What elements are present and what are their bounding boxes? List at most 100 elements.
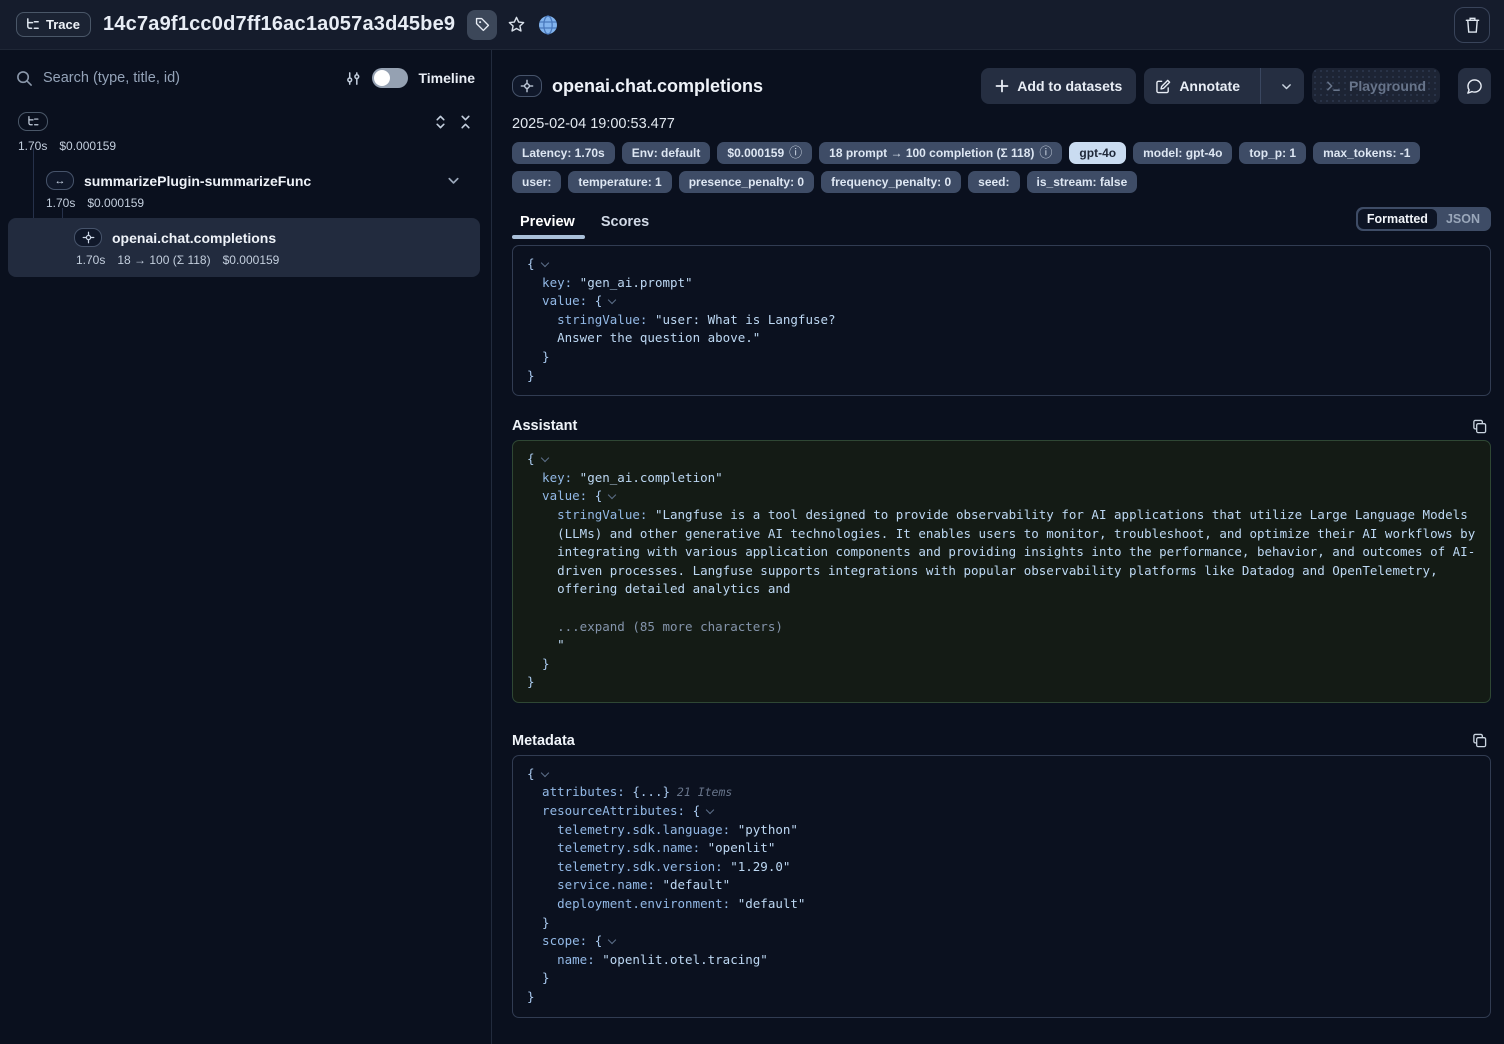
observation-title: openai.chat.completions xyxy=(552,76,763,97)
code-segment: driven processes. Langfuse supports inte… xyxy=(527,563,1438,578)
annotate-button[interactable]: Annotate xyxy=(1144,68,1304,104)
tab-scores[interactable]: Scores xyxy=(601,214,649,239)
code-segment: "openlit.otel.tracing" xyxy=(595,952,768,967)
code-line: } xyxy=(527,348,1476,367)
format-json[interactable]: JSON xyxy=(1437,209,1489,229)
code-line: service.name: "default" xyxy=(527,876,1476,895)
tree-node-summarize[interactable]: ↔ summarizePlugin-summarizeFunc 1.70s $0… xyxy=(16,171,479,210)
code-line: key: "gen_ai.prompt" xyxy=(527,274,1476,293)
collapse-caret-icon[interactable] xyxy=(706,806,714,814)
code-line: key: "gen_ai.completion" xyxy=(527,469,1476,488)
trace-badge-label: Trace xyxy=(46,17,80,32)
tab-preview[interactable]: Preview xyxy=(520,214,575,239)
badge: Env: default xyxy=(622,142,711,164)
add-to-datasets-button[interactable]: Add to datasets xyxy=(981,68,1136,104)
tree-node-openai-selected[interactable]: openai.chat.completions 1.70s 18 → 100 (… xyxy=(8,218,480,277)
metadata-section-title: Metadata xyxy=(512,733,575,749)
trace-sidebar: Timeline xyxy=(0,50,492,1044)
code-line xyxy=(527,599,1476,618)
tree-icon xyxy=(25,17,40,32)
code-segment: "1.29.0" xyxy=(723,859,791,874)
collapse-caret-icon[interactable] xyxy=(608,936,616,944)
code-segment: stringValue: xyxy=(527,312,647,327)
user-avatar-button[interactable] xyxy=(533,10,563,40)
format-formatted[interactable]: Formatted xyxy=(1358,209,1437,229)
code-segment: "Langfuse is a tool designed to provide … xyxy=(647,507,1467,522)
code-line: integrating with various application com… xyxy=(527,543,1476,562)
badge: max_tokens: -1 xyxy=(1313,142,1420,164)
code-line: scope: { xyxy=(527,932,1476,951)
code-line: telemetry.sdk.version: "1.29.0" xyxy=(527,858,1476,877)
collapse-caret-icon[interactable] xyxy=(540,769,548,777)
badge: is_stream: false xyxy=(1027,171,1138,193)
tag-icon xyxy=(474,16,491,33)
code-segment: { xyxy=(527,451,535,466)
info-icon[interactable]: ⓘ xyxy=(789,146,802,160)
delete-trace-button[interactable] xyxy=(1454,7,1490,43)
code-line: } xyxy=(527,367,1476,386)
code-line: resourceAttributes: { xyxy=(527,802,1476,821)
code-segment: scope: xyxy=(527,933,587,948)
badge: user: xyxy=(512,171,561,193)
expand-all-icon[interactable] xyxy=(433,114,448,130)
node-tokens: 18 → 100 (Σ 118) xyxy=(117,253,210,267)
code-line: value: { xyxy=(527,487,1476,506)
code-line: telemetry.sdk.language: "python" xyxy=(527,821,1476,840)
format-toggle: Formatted JSON xyxy=(1356,207,1491,231)
annotate-dropdown-chevron[interactable] xyxy=(1269,68,1304,104)
tag-button[interactable] xyxy=(467,10,497,40)
metadata-code-block: { attributes: {...} 21 Items resourceAtt… xyxy=(512,755,1491,1018)
collapse-all-icon[interactable] xyxy=(458,114,473,130)
search-icon xyxy=(16,70,33,87)
node-duration: 1.70s xyxy=(76,253,105,267)
collapse-caret-icon[interactable] xyxy=(608,296,616,304)
badge: 18 prompt → 100 completion (Σ 118)ⓘ xyxy=(819,142,1062,164)
timeline-toggle[interactable] xyxy=(372,68,408,88)
code-segment: "user: What is Langfuse? xyxy=(647,312,835,327)
badge: $0.000159ⓘ xyxy=(717,142,812,164)
node-duration: 1.70s xyxy=(46,196,75,210)
star-button[interactable] xyxy=(501,10,531,40)
code-segment: {...} xyxy=(625,784,670,799)
trash-icon xyxy=(1464,16,1481,34)
expand-toggle[interactable]: ...expand (85 more characters) xyxy=(527,619,783,634)
code-segment: name: xyxy=(527,952,595,967)
code-segment: "python" xyxy=(730,822,798,837)
badge: top_p: 1 xyxy=(1239,142,1306,164)
copy-metadata-button[interactable] xyxy=(1472,733,1491,748)
badges-row-1: Latency: 1.70sEnv: default$0.000159ⓘ18 p… xyxy=(512,142,1491,164)
collapse-caret-icon[interactable] xyxy=(540,454,548,462)
trace-root-node[interactable] xyxy=(18,112,48,131)
observation-detail-panel: openai.chat.completions Add to datasets xyxy=(492,50,1504,1044)
code-segment: deployment.environment: xyxy=(527,896,730,911)
search-input[interactable] xyxy=(43,70,335,86)
badge: temperature: 1 xyxy=(568,171,671,193)
trace-tree: 1.70s $0.000159 ↔ summarizePlugin-summar… xyxy=(16,112,479,277)
comments-button[interactable] xyxy=(1458,68,1491,104)
prompt-code-block: { key: "gen_ai.prompt" value: { stringVa… xyxy=(512,245,1491,396)
code-line: deployment.environment: "default" xyxy=(527,895,1476,914)
code-segment: "default" xyxy=(655,877,730,892)
collapse-caret-icon[interactable] xyxy=(608,491,616,499)
code-segment: resourceAttributes: xyxy=(527,803,685,818)
info-icon[interactable]: ⓘ xyxy=(1039,146,1052,160)
copy-assistant-button[interactable] xyxy=(1472,419,1491,434)
span-type-icon: ↔ xyxy=(46,171,74,190)
terminal-icon xyxy=(1326,79,1341,93)
playground-button[interactable]: Playground xyxy=(1312,68,1440,104)
chevron-down-icon[interactable] xyxy=(446,173,461,188)
code-segment: } xyxy=(527,656,550,671)
code-segment: Answer the question above." xyxy=(527,330,760,345)
badges-row-2: user:temperature: 1presence_penalty: 0fr… xyxy=(512,171,1491,193)
code-segment: { xyxy=(527,766,535,781)
collapse-caret-icon[interactable] xyxy=(540,259,548,267)
code-line: stringValue: "Langfuse is a tool designe… xyxy=(527,506,1476,525)
code-line: { xyxy=(527,450,1476,469)
code-segment: } xyxy=(527,970,550,985)
code-segment: key: xyxy=(527,275,572,290)
code-line: { xyxy=(527,255,1476,274)
code-segment: { xyxy=(587,933,602,948)
code-segment: { xyxy=(527,256,535,271)
preview-tabs: Preview Scores xyxy=(512,214,649,239)
filter-settings-icon[interactable] xyxy=(345,70,362,87)
